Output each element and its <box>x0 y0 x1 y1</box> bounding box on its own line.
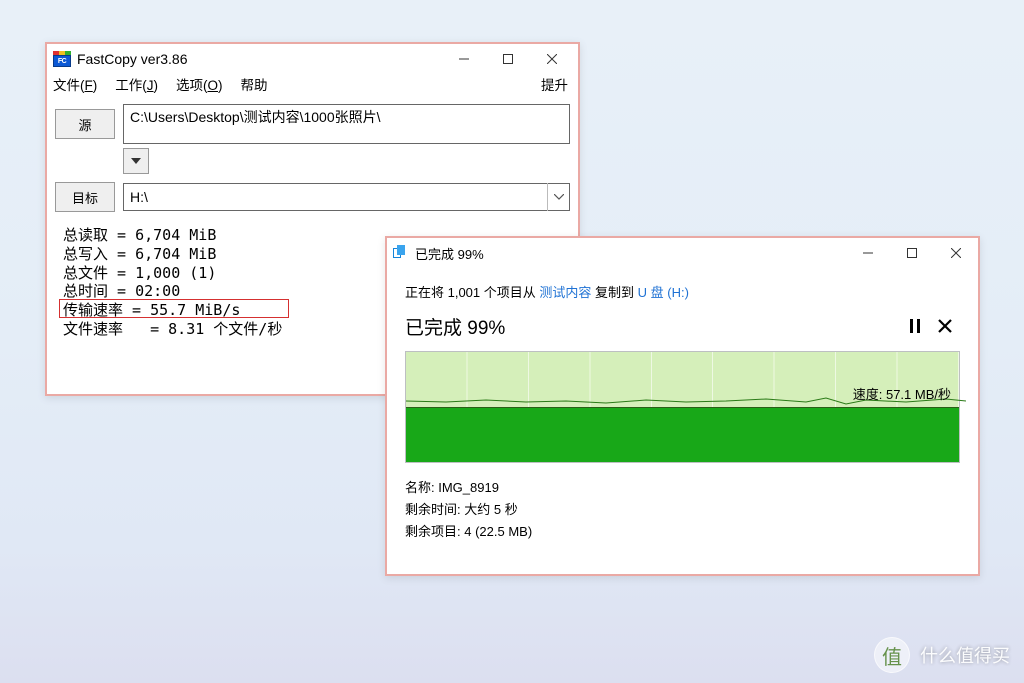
detail-time-label: 剩余时间: <box>405 502 464 517</box>
dest-link[interactable]: U 盘 (H:) <box>638 285 689 300</box>
target-value: H:\ <box>130 189 547 205</box>
watermark-text: 什么值得买 <box>920 642 1010 668</box>
titlebar[interactable]: FC FastCopy ver3.86 <box>47 44 578 74</box>
menu-options[interactable]: 选项(O) <box>176 74 223 94</box>
source-row: 源 C:\Users\Desktop\测试内容\1000张照片\ <box>55 104 570 144</box>
menu-file[interactable]: 文件(F) <box>53 74 97 94</box>
menu-help[interactable]: 帮助 <box>241 74 268 94</box>
watermark-icon: 值 <box>874 637 910 673</box>
fastcopy-app-icon: FC <box>53 51 71 67</box>
close-button[interactable] <box>934 239 978 267</box>
copy-message: 正在将 1,001 个项目从 测试内容 复制到 U 盘 (H:) <box>405 282 960 301</box>
menu-upgrade[interactable]: 提升 <box>541 74 568 94</box>
detail-time-value: 大约 5 秒 <box>464 502 517 517</box>
titlebar[interactable]: 已完成 99% <box>387 238 978 268</box>
close-button[interactable] <box>530 45 574 73</box>
source-link[interactable]: 测试内容 <box>539 285 591 300</box>
target-dropdown[interactable] <box>547 183 569 211</box>
menu-work[interactable]: 工作(J) <box>115 74 158 94</box>
detail-items-value: 4 (22.5 MB) <box>464 524 532 539</box>
source-input[interactable]: C:\Users\Desktop\测试内容\1000张照片\ <box>123 104 570 144</box>
details-panel: 名称: IMG_8919 剩余时间: 大约 5 秒 剩余项目: 4 (22.5 … <box>405 477 960 543</box>
speed-label: 速度: 57.1 MB/秒 <box>853 384 951 403</box>
pause-button[interactable] <box>900 311 930 341</box>
minimize-button[interactable] <box>846 239 890 267</box>
detail-name-value: IMG_8919 <box>438 480 499 495</box>
progress-status: 已完成 99% <box>405 313 900 340</box>
detail-items-label: 剩余项目: <box>405 524 464 539</box>
target-row: 目标 H:\ <box>55 182 570 212</box>
copy-dialog-window: 已完成 99% 正在将 1,001 个项目从 测试内容 复制到 U 盘 (H:)… <box>385 236 980 576</box>
copy-progress-icon <box>393 245 409 261</box>
window-title: 已完成 99% <box>415 244 484 263</box>
source-history-dropdown[interactable] <box>123 148 149 174</box>
cancel-button[interactable] <box>930 311 960 341</box>
source-button[interactable]: 源 <box>55 109 115 139</box>
window-title: FastCopy ver3.86 <box>77 51 188 67</box>
detail-name-label: 名称: <box>405 480 438 495</box>
maximize-button[interactable] <box>486 45 530 73</box>
maximize-button[interactable] <box>890 239 934 267</box>
target-input[interactable]: H:\ <box>123 183 570 211</box>
throughput-chart: 速度: 57.1 MB/秒 <box>405 351 960 463</box>
minimize-button[interactable] <box>442 45 486 73</box>
target-button[interactable]: 目标 <box>55 182 115 212</box>
watermark: 值 什么值得买 <box>874 637 1010 673</box>
menubar: 文件(F) 工作(J) 选项(O) 帮助 提升 <box>47 74 578 98</box>
